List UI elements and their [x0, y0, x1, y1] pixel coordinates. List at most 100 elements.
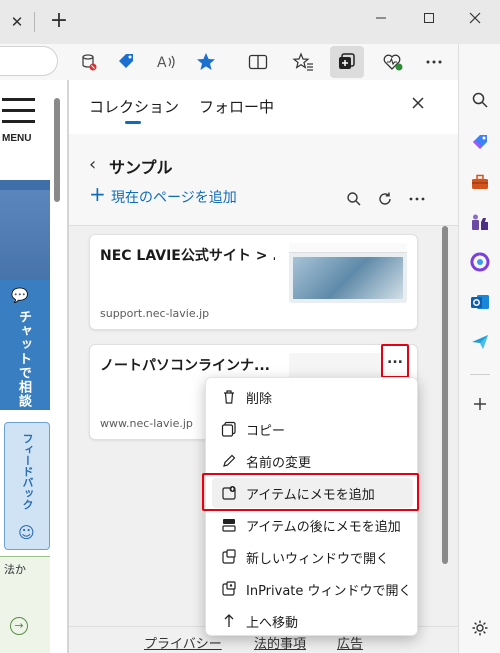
tab-following[interactable]: フォロー中	[199, 96, 274, 117]
close-panel-button[interactable]	[411, 94, 425, 115]
close-icon	[412, 97, 424, 109]
search-icon[interactable]	[343, 188, 365, 210]
item-thumbnail	[289, 243, 407, 303]
page-scrollbar[interactable]	[52, 80, 62, 653]
item-context-menu: 削除 コピー 名前の変更 アイテムにメモを追加 アイテムの後にメモを追加 新しい…	[205, 377, 418, 636]
toolbox-icon[interactable]	[468, 170, 492, 194]
menu-icon	[2, 98, 35, 101]
item-url: support.nec-lavie.jp	[100, 307, 210, 320]
menu-item-label: 削除	[246, 391, 273, 407]
tag-icon[interactable]	[113, 49, 139, 75]
refresh-icon[interactable]	[374, 188, 396, 210]
item-title: ノートパソコンラインナ...	[100, 358, 270, 374]
browser-toolbar: A	[0, 44, 500, 80]
tag-icon[interactable]	[468, 130, 492, 154]
menu-item-label: InPrivate ウィンドウで開く	[246, 583, 412, 599]
svg-text:A: A	[157, 55, 167, 71]
menu-item-label: 名前の変更	[246, 455, 312, 471]
settings-gear-icon[interactable]	[468, 616, 492, 640]
collections-icon[interactable]	[330, 46, 364, 78]
menu-item-rename[interactable]: 名前の変更	[212, 446, 413, 476]
tab-collections[interactable]: コレクション	[89, 96, 179, 117]
new-window-icon	[218, 546, 240, 568]
read-aloud-icon[interactable]: A	[153, 49, 179, 75]
close-icon	[469, 12, 481, 24]
add-icon[interactable]	[468, 392, 492, 416]
thumbnail-header	[289, 243, 407, 253]
collection-toolbar: ‹ サンプル + 現在のページを追加	[69, 134, 459, 226]
tab-divider	[34, 12, 35, 32]
split-screen-icon[interactable]	[245, 49, 271, 75]
page-footer-box: 法か →	[0, 556, 50, 653]
back-chevron-icon[interactable]: ‹	[89, 154, 96, 175]
favorites-list-icon[interactable]	[290, 49, 316, 75]
menu-item-label: 新しいウィンドウで開く	[246, 551, 390, 567]
minimize-button[interactable]	[366, 6, 396, 30]
more-icon[interactable]	[421, 49, 447, 75]
favorite-star-icon[interactable]	[193, 49, 219, 75]
menu-item-open-new-window[interactable]: 新しいウィンドウで開く	[212, 542, 413, 572]
copy-icon	[218, 418, 240, 440]
panel-scroll-thumb[interactable]	[442, 226, 448, 564]
edge-sidebar	[458, 44, 500, 653]
games-icon[interactable]	[468, 210, 492, 234]
page-scroll-thumb[interactable]	[54, 98, 60, 202]
menu-item-add-note[interactable]: アイテムにメモを追加	[212, 478, 413, 508]
arrow-circle-icon[interactable]: →	[10, 617, 28, 635]
menu-icon-line	[2, 120, 35, 123]
minimize-icon	[376, 17, 386, 19]
menu-item-label: コピー	[246, 423, 286, 439]
microsoft365-icon[interactable]	[468, 250, 492, 274]
search-icon[interactable]	[468, 88, 492, 112]
add-current-page-link[interactable]: 現在のページを追加	[111, 187, 237, 207]
inprivate-window-icon	[218, 578, 240, 600]
site-menu-button[interactable]: MENU	[0, 92, 36, 144]
chat-consult-button[interactable]: 💬 チャットで相談	[0, 280, 50, 410]
new-tab-button[interactable]: +	[48, 10, 70, 32]
menu-item-open-inprivate[interactable]: InPrivate ウィンドウで開く	[212, 574, 413, 604]
database-blocked-icon[interactable]	[76, 49, 102, 75]
arrow-up-icon	[218, 610, 240, 632]
collection-title: サンプル	[109, 158, 173, 177]
trash-icon	[218, 386, 240, 408]
collection-item-card[interactable]: NEC LAVIE公式サイト > ... support.nec-lavie.j…	[89, 234, 418, 330]
rename-pencil-icon	[218, 450, 240, 472]
chat-bubble-icon: 💬	[11, 288, 29, 304]
active-tab-indicator	[125, 121, 141, 124]
add-note-after-icon	[218, 514, 240, 536]
add-plus-icon[interactable]: +	[89, 184, 106, 204]
panel-scrollbar[interactable]	[441, 226, 449, 626]
maximize-icon	[424, 13, 434, 23]
footer-fragment-text: 法か	[4, 563, 26, 576]
web-page: MENU 💬 チャットで相談 フィードバック ☺ 法か →	[0, 80, 68, 653]
menu-label: MENU	[2, 133, 32, 144]
browser-essentials-icon[interactable]	[380, 49, 406, 75]
item-more-button[interactable]: ...	[381, 344, 409, 378]
send-icon[interactable]	[468, 330, 492, 354]
sidebar-divider	[470, 374, 490, 375]
add-note-icon	[218, 482, 240, 504]
menu-item-move-up[interactable]: 上へ移動	[212, 606, 413, 636]
outlook-icon[interactable]	[468, 290, 492, 314]
item-title: NEC LAVIE公式サイト > ...	[100, 248, 275, 264]
tab-close-icon[interactable]: ✕	[8, 13, 26, 31]
maximize-button[interactable]	[414, 6, 444, 30]
close-window-button[interactable]	[460, 6, 490, 30]
menu-item-add-note-after[interactable]: アイテムの後にメモを追加	[212, 510, 413, 540]
feedback-button[interactable]: フィードバック ☺	[4, 422, 50, 550]
menu-item-label: 上へ移動	[246, 615, 299, 631]
menu-item-delete[interactable]: 削除	[212, 382, 413, 412]
address-bar[interactable]	[0, 46, 58, 76]
chat-label: チャットで相談	[16, 310, 31, 408]
collection-more-icon[interactable]	[406, 188, 428, 210]
panel-header: コレクション フォロー中	[69, 80, 459, 134]
smile-icon: ☺	[18, 523, 35, 542]
thumbnail-image	[293, 257, 403, 299]
menu-item-label: アイテムの後にメモを追加	[246, 519, 401, 535]
menu-item-copy[interactable]: コピー	[212, 414, 413, 444]
title-bar: ✕ +	[0, 0, 500, 44]
menu-icon-line	[2, 109, 35, 112]
menu-item-label: アイテムにメモを追加	[246, 487, 375, 503]
item-url: www.nec-lavie.jp	[100, 417, 193, 430]
feedback-label: フィードバック	[21, 433, 34, 510]
